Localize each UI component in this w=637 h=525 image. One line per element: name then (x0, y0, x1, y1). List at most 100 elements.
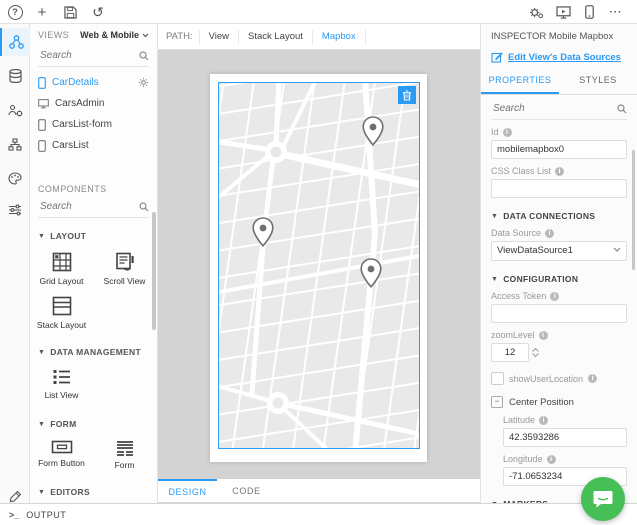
rail-database-icon[interactable] (0, 62, 30, 90)
stepper-down-icon[interactable] (532, 353, 539, 357)
components-scrollbar[interactable] (152, 212, 156, 330)
inspector-scrollbar[interactable] (632, 150, 635, 270)
breadcrumb-stack-layout[interactable]: Stack Layout (239, 30, 313, 44)
data-source-select[interactable]: ViewDataSource1 (491, 241, 627, 261)
section-editors[interactable]: ▼ EDITORS (30, 482, 157, 502)
section-label: DATA CONNECTIONS (503, 211, 595, 221)
stepper-up-icon[interactable] (532, 348, 539, 352)
view-item-cardetails[interactable]: CarDetails (30, 72, 157, 93)
rail-settings-sliders-icon[interactable] (0, 196, 30, 224)
map-pin (362, 116, 384, 146)
mobile-preview-icon[interactable] (578, 0, 600, 24)
desktop-preview-icon[interactable] (551, 0, 575, 24)
view-item-carslist-form[interactable]: CarsList-form (30, 114, 157, 135)
component-stack-layout[interactable]: Stack Layout (30, 290, 93, 334)
delete-component-button[interactable] (398, 86, 416, 104)
help-icon[interactable]: ? (3, 0, 27, 24)
access-token-input[interactable] (491, 304, 627, 323)
view-mode-selector[interactable]: Web & Mobile (80, 30, 149, 40)
save-icon[interactable] (58, 0, 82, 24)
more-icon[interactable]: ··· (604, 0, 628, 24)
tab-code[interactable]: CODE (217, 479, 276, 502)
collapse-triangle-icon: ▼ (491, 276, 498, 283)
add-icon[interactable]: + (30, 0, 54, 24)
phone-icon (38, 140, 46, 152)
component-list-view[interactable]: List View (30, 362, 93, 404)
component-form-button[interactable]: Form Button (30, 434, 93, 474)
info-icon[interactable]: i (555, 167, 564, 176)
view-item-carsadmin[interactable]: CarsAdmin (30, 93, 157, 114)
collapse-triangle-icon: ▼ (38, 421, 45, 428)
rail-screens-icon[interactable] (0, 28, 30, 56)
section-label: LAYOUT (50, 231, 86, 241)
edit-icon (491, 51, 503, 63)
css-class-input[interactable] (491, 179, 627, 198)
inspector-search-input[interactable] (491, 102, 611, 115)
id-input[interactable] (491, 140, 627, 159)
info-icon[interactable]: i (545, 229, 554, 238)
zoom-level-input[interactable] (491, 343, 529, 362)
collapse-minus-icon[interactable]: − (491, 396, 503, 408)
info-icon[interactable]: i (503, 128, 512, 137)
zoom-level-stepper[interactable] (532, 348, 539, 357)
view-item-carslist[interactable]: CarsList (30, 135, 157, 156)
info-icon[interactable]: i (539, 416, 548, 425)
views-search-input[interactable] (38, 49, 136, 62)
rail-theme-palette-icon[interactable] (0, 164, 30, 192)
search-icon (617, 104, 627, 114)
tab-properties[interactable]: PROPERTIES (481, 69, 559, 94)
components-search-input[interactable] (38, 200, 136, 213)
phone-icon (38, 77, 46, 89)
mapbox-component[interactable] (218, 82, 420, 449)
section-data-connections[interactable]: ▼DATA CONNECTIONS (491, 211, 627, 221)
chevron-down-icon (142, 33, 149, 38)
tab-design[interactable]: DESIGN (158, 479, 217, 502)
component-form[interactable]: Form (93, 434, 156, 474)
form-button-icon (51, 440, 73, 454)
info-icon[interactable]: i (539, 331, 548, 340)
collapse-triangle-icon: ▼ (38, 489, 45, 496)
console-icon: >_ (9, 510, 19, 520)
help-glyph: ? (8, 5, 23, 20)
access-token-label: Access Tokeni (491, 291, 627, 301)
breadcrumb-view[interactable]: View (199, 30, 239, 44)
chat-icon (593, 490, 613, 508)
section-configuration[interactable]: ▼ CONFIGURATION (491, 274, 627, 284)
section-data-management[interactable]: ▼ DATA MANAGEMENT (30, 342, 157, 362)
component-scroll-view[interactable]: Scroll View (93, 246, 156, 290)
info-icon[interactable]: i (588, 374, 597, 383)
rail-sitemap-icon[interactable] (0, 130, 30, 158)
section-label: FORM (50, 419, 76, 429)
section-layout[interactable]: ▼ LAYOUT (30, 226, 157, 246)
edit-data-sources-link[interactable]: Edit View's Data Sources (481, 44, 637, 69)
data-source-value: ViewDataSource1 (492, 245, 573, 256)
stack-layout-icon (52, 296, 72, 316)
show-user-location-checkbox[interactable] (491, 372, 504, 385)
view-item-label: CarsList-form (52, 119, 112, 130)
settings-gears-icon[interactable] (524, 0, 548, 24)
components-title: COMPONENTS (38, 184, 107, 194)
rail-users-settings-icon[interactable] (0, 96, 30, 124)
form-icon (115, 440, 135, 456)
gear-icon[interactable] (138, 77, 149, 88)
undo-icon[interactable]: ↺ (86, 0, 110, 24)
info-icon[interactable]: i (547, 455, 556, 464)
map-placeholder (219, 83, 419, 448)
info-icon[interactable]: i (550, 292, 559, 301)
section-label: CONFIGURATION (503, 274, 578, 284)
chat-launcher-button[interactable] (581, 477, 625, 521)
view-item-label: CarsList (52, 140, 89, 151)
collapse-triangle-icon: ▼ (38, 233, 45, 240)
section-form[interactable]: ▼ FORM (30, 414, 157, 434)
path-prefix: PATH: (166, 31, 193, 42)
tab-styles[interactable]: STYLES (559, 69, 637, 94)
css-class-label: CSS Class Listi (491, 166, 627, 176)
views-panel: VIEWS Web & Mobile CarDetails CarsAdmin … (30, 24, 158, 503)
breadcrumb-mapbox[interactable]: Mapbox (313, 30, 366, 44)
output-bar[interactable]: >_ OUTPUT (0, 503, 637, 525)
inspector-panel: INSPECTOR Mobile Mapbox Edit View's Data… (480, 24, 637, 503)
component-grid-layout[interactable]: Grid Layout (30, 246, 93, 290)
latitude-input[interactable] (503, 428, 627, 447)
chevron-down-icon (613, 247, 621, 253)
component-label: Form (115, 460, 135, 470)
